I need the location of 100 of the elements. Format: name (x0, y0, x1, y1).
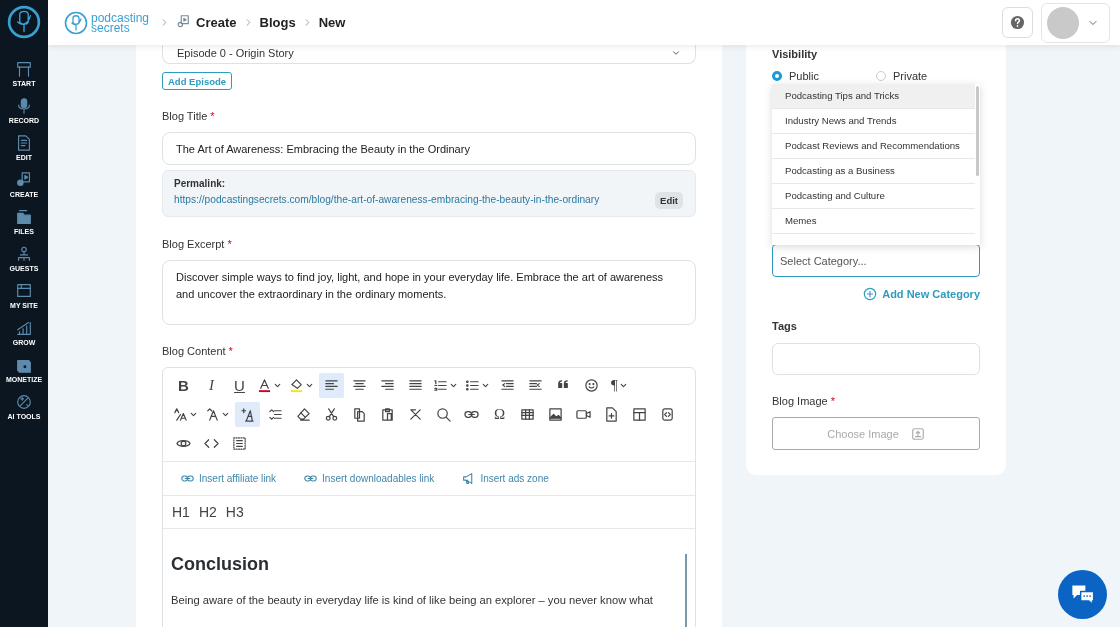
caret-icon (221, 410, 230, 419)
breadcrumb-link[interactable]: Blogs (259, 15, 296, 30)
paint-bucket-icon (289, 378, 304, 393)
caret-icon (481, 381, 490, 390)
record-nav-icon (15, 97, 33, 115)
chevron-down-icon (671, 48, 681, 58)
permalink-link[interactable]: https://podcastingsecrets.com/blog/the-art-of-awareness-embracing-the-beauty-in-the-ordinary (174, 194, 600, 205)
tags-field[interactable] (772, 343, 980, 375)
field-label: Blog Title (162, 110, 208, 122)
caret-icon (618, 381, 628, 390)
field-label: Blog Image (772, 395, 828, 407)
align-left-button[interactable] (319, 373, 344, 398)
heading-button[interactable]: H2 (198, 504, 217, 520)
field-label: Blog Content (162, 345, 226, 357)
text-style-button[interactable] (235, 402, 260, 427)
align-right-icon (380, 378, 395, 393)
category-option[interactable]: Podcasting as a Business (772, 159, 975, 184)
remove-format-icon (408, 407, 423, 422)
align-left-icon (324, 378, 339, 393)
symbol-button[interactable]: Ω (487, 402, 512, 427)
category-field[interactable]: Select Category... (772, 244, 980, 277)
scissors-icon (324, 407, 339, 422)
table-icon (520, 407, 535, 422)
breadcrumb-link[interactable]: Create (196, 15, 237, 30)
insert-link[interactable]: Insert affiliate link (181, 472, 277, 485)
create-nav-icon (15, 171, 33, 189)
start-nav-icon (15, 60, 33, 78)
microphone-logo-icon (7, 5, 41, 39)
file-add-icon (604, 407, 619, 422)
caret-icon (449, 381, 458, 390)
blog-title-field[interactable]: The Art of Awareness: Embracing the Beauty in the Ordinary (162, 132, 696, 165)
visibility-label: Visibility (772, 48, 819, 60)
code-icon (204, 436, 219, 451)
category-option[interactable]: Podcast Reviews and Recommendations (772, 134, 975, 159)
text-color-icon (257, 378, 272, 393)
video-camera-icon (576, 407, 591, 422)
edit-permalink-button[interactable]: Edit (655, 192, 683, 209)
font-size-icon (205, 407, 220, 422)
help-button[interactable] (1002, 7, 1033, 38)
line-height-icon (268, 407, 283, 422)
category-option[interactable]: Podcasting and Culture (772, 184, 975, 209)
breadcrumb-link[interactable]: New (318, 15, 346, 30)
italic-button[interactable]: I (199, 373, 224, 398)
paragraph-button[interactable]: ¶ (607, 373, 632, 398)
guests-nav-icon (15, 245, 33, 263)
category-option[interactable]: Memes (772, 209, 975, 234)
field-label: Blog Excerpt (162, 238, 225, 250)
caret-icon (305, 381, 314, 390)
tags-label: Tags (772, 320, 798, 332)
plus-circle-icon (863, 287, 878, 301)
font-ratio-icon (173, 407, 188, 422)
blog-excerpt-field[interactable]: Discover simple ways to find joy, light, and hope in your everyday life. Embrace the art of awareness and uncover the extraordinary in the ordinary moments. (162, 260, 696, 325)
insert-link[interactable]: Insert downloadables link (304, 472, 435, 485)
text-style-icon (240, 407, 255, 422)
required-marker: * (227, 238, 232, 250)
required-marker: * (228, 345, 233, 357)
heading-button[interactable]: H3 (225, 504, 244, 520)
layout-icon (632, 407, 647, 422)
insert-link[interactable]: Insert ads zone (462, 472, 549, 485)
heading-button[interactable]: H1 (172, 504, 190, 520)
section-heading: Conclusion (171, 554, 270, 575)
image-icon (548, 407, 563, 422)
eraser-icon (296, 407, 311, 422)
numbered-list-icon (433, 378, 448, 393)
required-marker: * (210, 110, 215, 122)
help-icon (1010, 15, 1025, 30)
visibility-radio[interactable]: Private (876, 70, 980, 82)
episode-select[interactable]: Episode 0 - Origin Story (162, 45, 696, 64)
ai-nav-icon (15, 393, 33, 411)
underline-button[interactable]: U (227, 373, 252, 398)
align-center-icon (352, 378, 367, 393)
link-icon (181, 472, 194, 485)
caret-icon (273, 381, 282, 390)
justify-icon (408, 378, 423, 393)
copy-icon (352, 407, 367, 422)
embed-icon (660, 407, 675, 422)
bullet-list-icon (465, 378, 480, 393)
files-nav-icon (15, 208, 33, 226)
bold-button[interactable]: B (171, 373, 196, 398)
grow-nav-icon (15, 319, 33, 337)
permalink-label: Permalink: (174, 178, 227, 189)
caret-icon (189, 410, 198, 419)
required-marker: * (830, 395, 835, 407)
brand-name: podcasting secrets (91, 12, 150, 33)
select-all-icon (232, 436, 247, 451)
indent-icon (528, 378, 543, 393)
smiley-icon (584, 378, 599, 393)
site-nav-icon (15, 282, 33, 300)
edit-nav-icon (15, 134, 33, 152)
upload-icon (910, 426, 925, 441)
body-paragraph: Being aware of the beauty in everyday life is kind of like being an explorer – you never know what (171, 594, 653, 606)
visibility-radio[interactable]: Public (772, 70, 876, 82)
category-option[interactable]: Industry News and Trends (772, 109, 975, 134)
clipboard-icon (380, 407, 395, 422)
chat-button[interactable] (1058, 570, 1107, 619)
page-play-icon (176, 13, 191, 28)
category-option[interactable]: Podcasting Tips and Tricks (772, 84, 975, 109)
link-icon (304, 472, 318, 485)
microphone-logo-icon (64, 10, 88, 35)
outdent-icon (500, 378, 515, 393)
